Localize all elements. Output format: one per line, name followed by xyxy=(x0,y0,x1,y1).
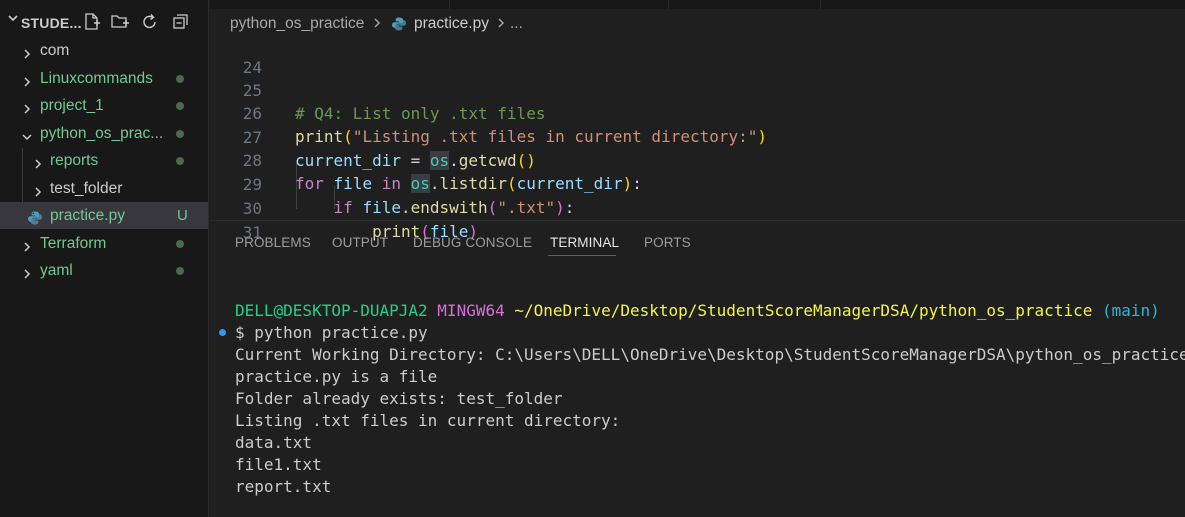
tree-item-label: reports xyxy=(50,152,99,169)
terminal-output-line: Listing .txt files in current directory: xyxy=(235,411,621,430)
tree-item-label: project_1 xyxy=(40,97,104,114)
tree-item-python-os-practice[interactable]: python_os_prac... xyxy=(0,120,208,147)
prompt-shell: MINGW64 xyxy=(437,301,505,320)
tree-item-label: practice.py xyxy=(50,207,125,224)
command-status-dot[interactable] xyxy=(219,329,226,336)
tree-item-terraform[interactable]: Terraform xyxy=(0,230,208,257)
prompt-user-host: DELL@DESKTOP-DUAPJA2 xyxy=(235,301,428,320)
terminal-output-line: file1.txt xyxy=(235,455,322,474)
chevron-right-icon xyxy=(20,263,34,279)
tree-item-reports[interactable]: reports xyxy=(0,147,208,174)
tree-item-project-1[interactable]: project_1 xyxy=(0,92,208,119)
chevron-right-icon xyxy=(31,153,45,169)
tree-item-test-folder[interactable]: test_folder xyxy=(0,175,208,202)
terminal-output-line: report.txt xyxy=(235,477,332,496)
untracked-dot xyxy=(176,75,184,83)
terminal-output-line: practice.py is a file xyxy=(235,367,438,386)
prompt-branch: (main) xyxy=(1101,301,1160,320)
untracked-dot xyxy=(176,130,184,138)
chevron-right-icon xyxy=(31,181,45,197)
explorer-sidebar: STUDE... com Linuxcommands project_1 pyt… xyxy=(0,0,209,517)
tree-item-label: yaml xyxy=(40,262,73,279)
explorer-header[interactable]: STUDE... xyxy=(0,9,209,37)
tree-item-label: Linuxcommands xyxy=(40,70,153,87)
chevron-right-icon xyxy=(20,43,34,59)
chevron-right-icon xyxy=(20,71,34,87)
new-folder-icon[interactable] xyxy=(110,12,130,32)
tree-item-label: test_folder xyxy=(50,180,123,197)
refresh-icon[interactable] xyxy=(140,12,160,32)
chevron-right-icon xyxy=(20,236,34,252)
terminal[interactable]: DELL@DESKTOP-DUAPJA2 MINGW64 ~/OneDrive/… xyxy=(210,0,1185,517)
untracked-dot xyxy=(176,157,184,165)
terminal-prompt: DELL@DESKTOP-DUAPJA2 MINGW64 ~/OneDrive/… xyxy=(235,300,1160,322)
tree-item-practice-py[interactable]: practice.py U xyxy=(0,202,208,229)
tree-item-yaml[interactable]: yaml xyxy=(0,257,208,284)
new-file-icon[interactable] xyxy=(82,12,102,32)
chevron-right-icon xyxy=(20,98,34,114)
git-status-badge: U xyxy=(177,207,188,224)
terminal-command: $ python practice.py xyxy=(235,323,428,342)
collapse-all-icon[interactable] xyxy=(171,12,191,32)
untracked-dot xyxy=(176,240,184,248)
explorer-title: STUDE... xyxy=(21,15,82,31)
tree-item-label: python_os_prac... xyxy=(40,125,164,142)
tree-item-label: Terraform xyxy=(40,235,107,252)
tree-item-label: com xyxy=(40,42,70,59)
terminal-output-line: Folder already exists: test_folder xyxy=(235,389,563,408)
terminal-output-line: data.txt xyxy=(235,433,313,452)
prompt-path: ~/OneDrive/Desktop/StudentScoreManagerDS… xyxy=(514,301,1093,320)
python-file-icon xyxy=(27,208,43,225)
untracked-dot xyxy=(176,267,184,275)
chevron-down-icon xyxy=(20,126,34,141)
terminal-output-line: Current Working Directory: C:\Users\DELL… xyxy=(235,345,1185,364)
tree-item-linuxcommands[interactable]: Linuxcommands xyxy=(0,65,208,92)
tree-item-com[interactable]: com xyxy=(0,37,208,64)
chevron-down-icon[interactable] xyxy=(6,11,20,25)
untracked-dot xyxy=(176,102,184,110)
